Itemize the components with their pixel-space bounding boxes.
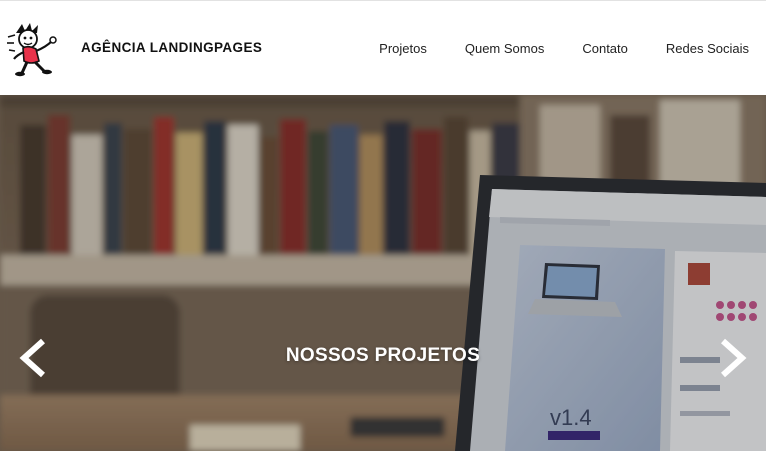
logo-mascot-icon: [7, 23, 57, 77]
site-header: AGÊNCIA LANDINGPAGES Projetos Quem Somos…: [0, 0, 766, 95]
carousel-prev-button[interactable]: [16, 338, 50, 378]
logo[interactable]: [6, 21, 64, 77]
nav-item-contato[interactable]: Contato: [582, 41, 628, 56]
chevron-right-icon: [720, 338, 747, 378]
chevron-left-icon: [19, 338, 46, 378]
hero-title: NOSSOS PROJETOS: [285, 345, 481, 366]
hero-background-image: v1.4: [0, 95, 766, 451]
main-nav: Projetos Quem Somos Contato Redes Sociai…: [379, 41, 749, 56]
nav-item-redes-sociais[interactable]: Redes Sociais: [666, 41, 749, 56]
brand-name: AGÊNCIA LANDINGPAGES: [81, 40, 263, 55]
nav-item-projetos[interactable]: Projetos: [379, 41, 427, 56]
hero-carousel: v1.4 NOSSOS PROJETOS: [0, 95, 766, 451]
nav-item-quem-somos[interactable]: Quem Somos: [465, 41, 544, 56]
carousel-next-button[interactable]: [716, 338, 750, 378]
